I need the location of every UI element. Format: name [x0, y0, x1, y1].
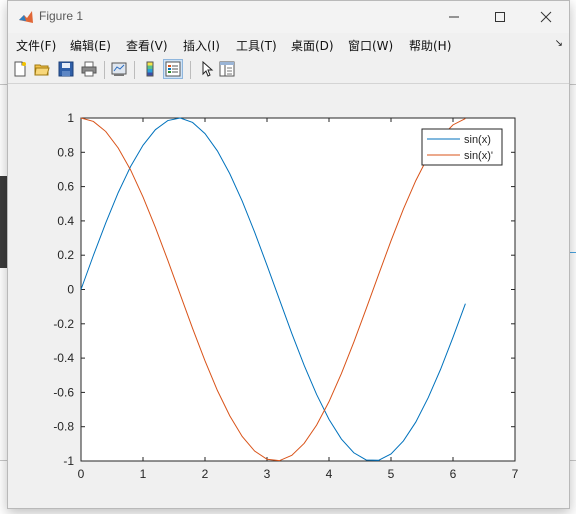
legend[interactable]: sin(x) sin(x)': [421, 128, 503, 166]
close-icon: [540, 11, 552, 23]
property-inspector-button[interactable]: [218, 60, 236, 78]
legend-label-2: sin(x)': [464, 150, 493, 162]
y-tick-label: -0.6: [53, 385, 74, 399]
property-inspector-icon: [219, 61, 235, 77]
print-button[interactable]: [80, 60, 98, 78]
x-tick-label: 6: [450, 467, 457, 481]
x-tick-label: 4: [326, 467, 333, 481]
matlab-logo-icon: [18, 9, 34, 25]
x-tick-label: 0: [78, 467, 85, 481]
edit-plot-button[interactable]: [197, 60, 215, 78]
axes-box[interactable]: [80, 117, 516, 462]
y-tick-label: 0.4: [57, 214, 74, 228]
menu-view[interactable]: 查看(V): [126, 37, 168, 54]
y-tick-label: 1: [67, 111, 74, 125]
menu-help[interactable]: 帮助(H): [409, 37, 451, 54]
window-title: Figure 1: [39, 9, 84, 23]
toolbar-separator: [134, 61, 135, 79]
figure-canvas: 0 1 2 3 4 5 6 7 1 0.8 0.6 0.4 0.2 0 -0.2 -0.4 -0.6 -0.8 -…: [8, 84, 569, 507]
minimize-icon: [449, 16, 459, 18]
menu-window[interactable]: 窗口(W): [348, 37, 393, 54]
colorbar-icon: [146, 61, 154, 77]
legend-button[interactable]: [163, 59, 183, 79]
x-tick-label: 3: [264, 467, 271, 481]
save-button[interactable]: [57, 60, 75, 78]
new-figure-icon: [14, 61, 26, 77]
menu-overflow-arrow-icon[interactable]: ↘: [555, 38, 563, 49]
x-tick-label: 1: [140, 467, 147, 481]
title-bar[interactable]: Figure 1: [8, 1, 569, 33]
legend-icon: [165, 61, 181, 77]
x-tick-label: 5: [388, 467, 395, 481]
x-tick-label: 2: [202, 467, 209, 481]
maximize-icon: [495, 12, 505, 22]
y-tick-label: 0.8: [57, 145, 74, 159]
menu-desktop[interactable]: 桌面(D): [291, 37, 334, 54]
legend-label-1: sin(x): [464, 134, 491, 146]
close-button[interactable]: [523, 5, 569, 29]
link-plot-icon: [111, 62, 127, 76]
menu-file[interactable]: 文件(F): [16, 37, 56, 54]
y-tick-label: 0: [67, 283, 74, 297]
new-figure-button[interactable]: [11, 60, 29, 78]
toolbar-separator: [190, 61, 191, 79]
colorbar-button[interactable]: [141, 60, 159, 78]
menu-insert[interactable]: 插入(I): [183, 37, 220, 54]
y-tick-label: -1: [63, 454, 74, 468]
print-icon: [81, 61, 97, 77]
figure-window: Figure 1 文件(F) 编辑(E) 查看(V) 插入(I) 工具(T) 桌…: [7, 0, 570, 509]
y-tick-label: -0.2: [53, 317, 74, 331]
edit-plot-icon: [202, 61, 214, 77]
figure-toolbar: [8, 57, 569, 84]
y-tick-label: -0.4: [53, 351, 74, 365]
menu-bar: 文件(F) 编辑(E) 查看(V) 插入(I) 工具(T) 桌面(D) 窗口(W…: [8, 34, 569, 56]
menu-edit[interactable]: 编辑(E): [70, 37, 111, 54]
menu-tools[interactable]: 工具(T): [236, 37, 277, 54]
open-file-icon: [34, 64, 50, 76]
y-tick-label: 0.2: [57, 248, 74, 262]
maximize-button[interactable]: [477, 5, 523, 29]
link-plot-button[interactable]: [110, 60, 128, 78]
y-tick-label: 0.6: [57, 180, 74, 194]
toolbar-separator: [104, 61, 105, 79]
x-tick-label: 7: [512, 467, 519, 481]
open-file-button[interactable]: [33, 60, 51, 78]
plot-svg: 0 1 2 3 4 5 6 7 1 0.8 0.6 0.4 0.2 0 -0.2 -0.4 -0.6 -0.8 -…: [53, 111, 519, 481]
save-icon: [58, 61, 74, 77]
minimize-button[interactable]: [431, 5, 477, 29]
y-tick-label: -0.8: [53, 420, 74, 434]
